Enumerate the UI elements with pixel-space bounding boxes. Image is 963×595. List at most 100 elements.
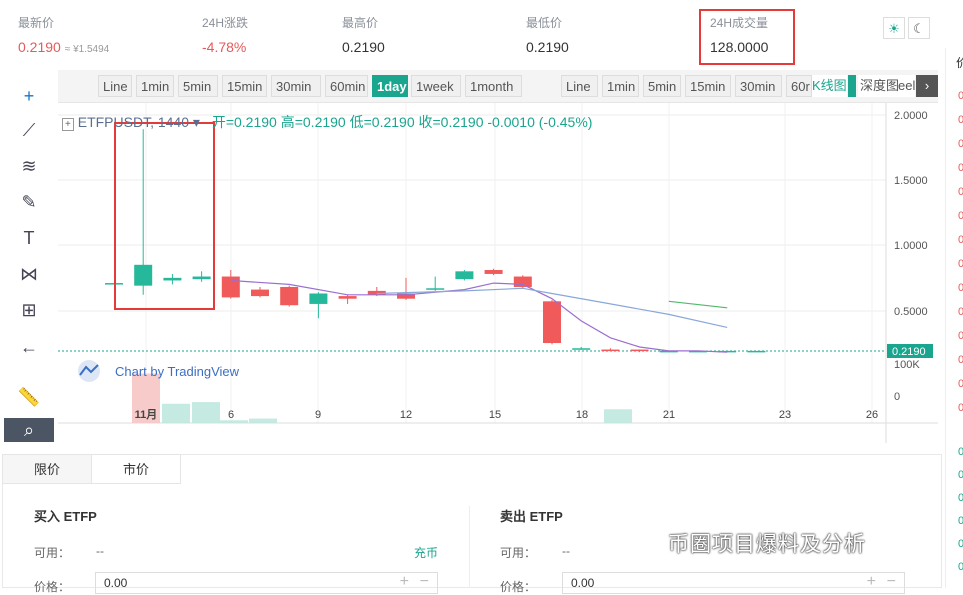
orderbook-ask-row[interactable]: 0 (958, 114, 963, 126)
interval-btn-1week[interactable]: 1week (411, 75, 461, 97)
drawing-toolbar: + ⟋ ≋ ✎ T ⋈ ⊞ ← 📏 ⌕ (0, 70, 59, 442)
chevron-right-icon[interactable]: › (916, 75, 938, 97)
candle-body (513, 276, 532, 287)
candle-body (747, 350, 766, 353)
stat-change: 24H涨跌 -4.78% (202, 14, 248, 55)
latest-price-approx: ≈ ¥1.5494 (64, 44, 110, 55)
symbol-name: ETFPUSDT (77, 114, 151, 130)
interval-btn-right-1[interactable]: 1min (602, 75, 639, 97)
y-tick-label: 1.5000 (894, 175, 928, 187)
brush-icon[interactable]: ✎ (17, 190, 41, 214)
orderbook-ask-row[interactable]: 0 (958, 330, 963, 342)
candle-body (221, 276, 240, 298)
light-theme-icon[interactable]: ☀ (883, 17, 905, 39)
orderbook-ask-row[interactable]: 0 (958, 210, 963, 222)
crosshair-icon[interactable]: + (17, 84, 41, 108)
ohlc-open: 开=0.2190 (211, 114, 277, 130)
sell-price-minus-icon[interactable]: − (887, 573, 896, 591)
candle-body (192, 276, 211, 280)
buy-price-minus-icon[interactable]: − (420, 573, 429, 591)
volume-highlight-box (699, 9, 795, 65)
depth-tab[interactable]: 深度图 (858, 75, 902, 97)
orderbook-ask-row[interactable]: 0 (958, 90, 963, 102)
ohlc-change: -0.0010 (-0.45%) (487, 114, 593, 130)
orderbook-bid-row[interactable]: 0 (958, 515, 963, 527)
orderbook-ask-row[interactable]: 0 (958, 162, 963, 174)
interval-btn-right-5[interactable]: 60r (786, 75, 812, 97)
high-value: 0.2190 (342, 39, 385, 55)
candle-body (543, 301, 561, 344)
fib-icon[interactable]: ≋ (17, 154, 41, 178)
orderbook-bid-row[interactable]: 0 (958, 446, 963, 458)
dark-theme-icon[interactable]: ☾ (908, 17, 930, 39)
candle-body (484, 270, 503, 274)
buy-price-input[interactable]: 0.00 + − (95, 572, 438, 594)
kline-tab[interactable]: K线图 (812, 75, 847, 97)
candle-body (426, 288, 445, 290)
text-icon[interactable]: T (17, 226, 41, 250)
chevron-down-icon[interactable]: ▾ (193, 114, 200, 130)
interval-btn-5min[interactable]: 5min (178, 75, 218, 97)
interval-btn-1day[interactable]: 1day (372, 75, 408, 97)
interval-btn-60min[interactable]: 60min (325, 75, 368, 97)
x-tick-label: 26 (866, 409, 878, 421)
orderbook-ask-row[interactable]: 0 (958, 402, 963, 414)
x-tick-label: 9 (315, 409, 321, 421)
candle-body (338, 296, 357, 299)
candle-body (163, 277, 182, 281)
orderbook-ask-row[interactable]: 0 (958, 138, 963, 150)
interval-btn-line[interactable]: Line (98, 75, 132, 97)
sell-avail-label: 可用： (500, 546, 537, 560)
orderbook-bid-row[interactable]: 0 (958, 538, 963, 550)
orderbook-bid-row[interactable]: 0 (958, 469, 963, 481)
interval-btn-right-2[interactable]: 5min (643, 75, 681, 97)
deposit-link[interactable]: 充币 (414, 544, 438, 561)
volume-bar (604, 409, 632, 423)
x-tick-label: 15 (489, 409, 501, 421)
interval-btn-1min[interactable]: 1min (136, 75, 174, 97)
pattern-icon[interactable]: ⋈ (17, 262, 41, 286)
candle-body (601, 349, 620, 352)
orderbook-ask-row[interactable]: 0 (958, 258, 963, 270)
buy-price-label: 价格： (34, 580, 71, 594)
buy-price-plus-icon[interactable]: + (400, 573, 409, 591)
orderbook-ask-row[interactable]: 0 (958, 306, 963, 318)
candle-body (134, 264, 153, 286)
high-label: 最高价 (342, 16, 379, 30)
interval-btn-right-4[interactable]: 30min (735, 75, 782, 97)
orderbook-ask-row[interactable]: 0 (958, 378, 963, 390)
ruler-icon[interactable]: 📏 (17, 385, 41, 409)
orderbook-ask-row[interactable]: 0 (958, 234, 963, 246)
interval-btn-right-0[interactable]: Line (561, 75, 598, 97)
back-arrow-icon[interactable]: ← (17, 335, 41, 359)
candle-body (630, 349, 649, 352)
y-tick-label: 1.0000 (894, 240, 928, 252)
ohlc-close: 收=0.2190 (418, 114, 484, 130)
zoom-icon[interactable]: ⌕ (4, 418, 54, 442)
volume-zero-label: 0 (894, 391, 900, 403)
sell-price-input[interactable]: 0.00 + − (562, 572, 905, 594)
x-tick-label: 23 (779, 409, 791, 421)
sell-price-plus-icon[interactable]: + (867, 573, 876, 591)
tab-market[interactable]: 市价 (91, 454, 181, 484)
symbol-interval: 1440 (157, 114, 190, 130)
expand-icon[interactable]: + (62, 118, 74, 131)
orderbook-bid-row[interactable]: 0 (958, 492, 963, 504)
candle-body (572, 348, 591, 350)
latest-price-label: 最新价 (18, 16, 55, 30)
latest-price: 0.2190 (18, 39, 61, 55)
orderbook-ask-row[interactable]: 0 (958, 282, 963, 294)
measure-icon[interactable]: ⊞ (17, 298, 41, 322)
orderbook-ask-row[interactable]: 0 (958, 186, 963, 198)
interval-btn-right-3[interactable]: 15min (685, 75, 731, 97)
orderbook-ask-row[interactable]: 0 (958, 354, 963, 366)
candle-body (280, 286, 299, 306)
interval-btn-30min[interactable]: 30min (271, 75, 321, 97)
tab-limit[interactable]: 限价 (2, 454, 92, 484)
interval-btn-15min[interactable]: 15min (222, 75, 267, 97)
interval-btn-1month[interactable]: 1month (465, 75, 522, 97)
candlestick-chart[interactable]: 2.0000 1.5000 1.0000 0.5000 0.2190100K 0 11月 6 9… (58, 103, 938, 443)
trendline-icon[interactable]: ⟋ (17, 118, 41, 142)
watermark-text: 币圈项目爆料及分析 (668, 533, 866, 556)
orderbook-bid-row[interactable]: 0 (958, 561, 963, 573)
